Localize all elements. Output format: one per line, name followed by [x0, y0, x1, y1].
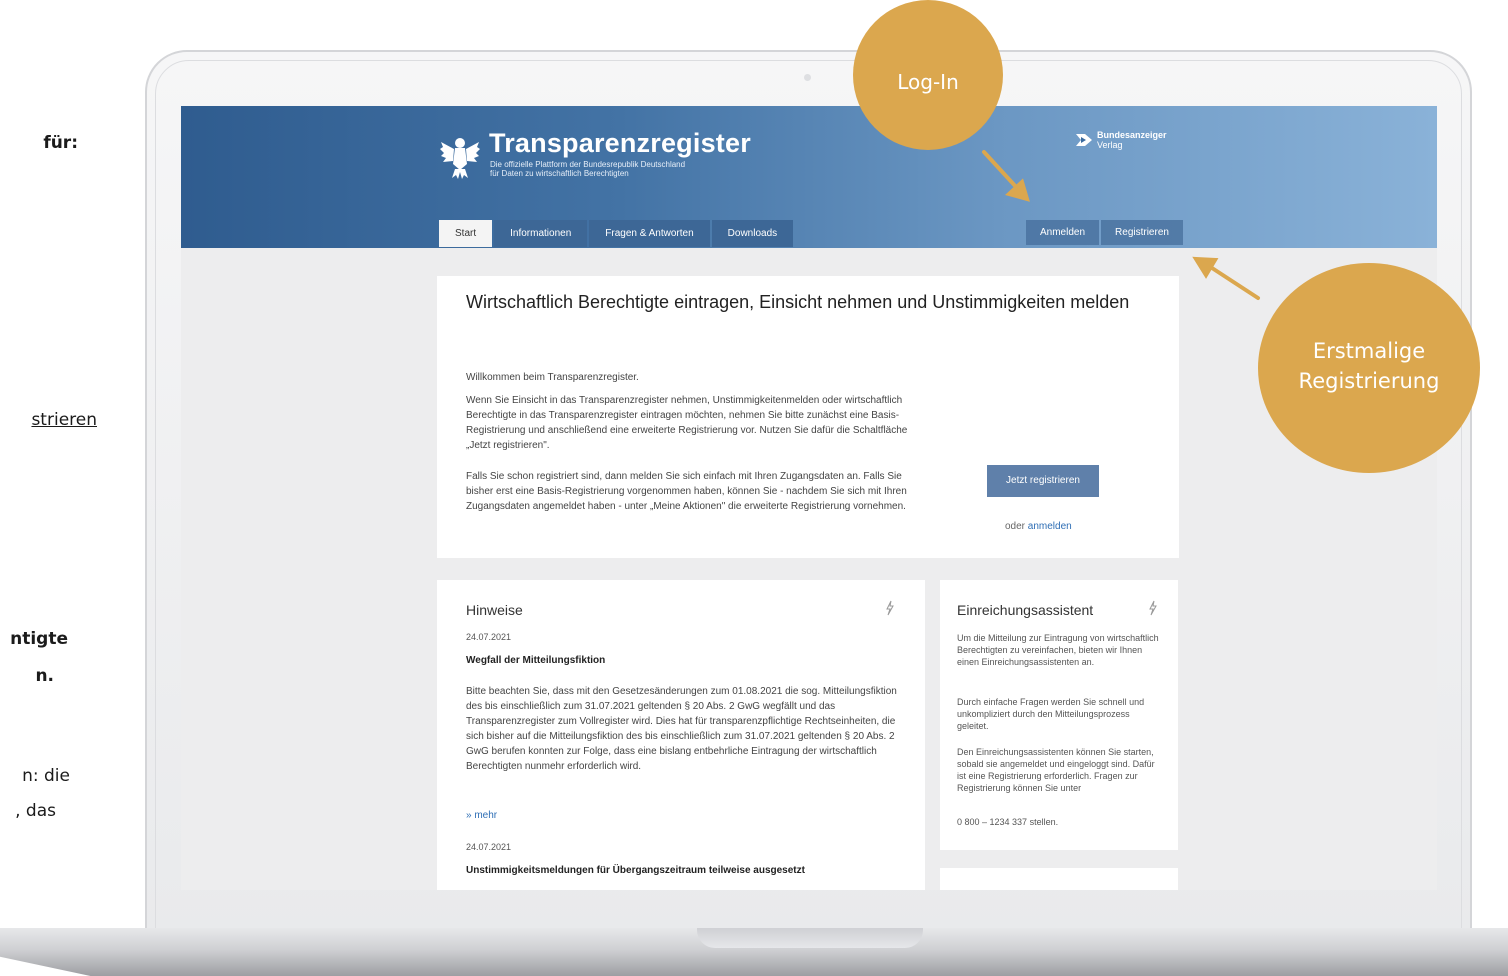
or-login-text: oder anmelden	[1005, 519, 1072, 534]
callout-line-1: Erstmalige	[1312, 339, 1426, 363]
hints-card: Hinweise 24.07.2021 Wegfall der Mitteilu…	[437, 580, 925, 890]
intro-paragraph-1: Wenn Sie Einsicht in das Transparenzregi…	[466, 395, 908, 451]
left-text-fragment-2: , das	[15, 801, 56, 821]
register-button[interactable]: Registrieren	[1101, 220, 1183, 245]
publisher-name: Bundesanzeiger	[1097, 130, 1167, 140]
site-title[interactable]: Transparenzregister	[489, 128, 751, 159]
callout-line-2: Registrierung	[1298, 369, 1440, 393]
left-heading-fragment: für:	[43, 133, 78, 153]
news-text: Bitte beachten Sie, dass mit den Gesetze…	[466, 686, 897, 772]
left-bold-fragment-2: n.	[35, 666, 54, 686]
intro-paragraph-2: Falls Sie schon registriert sind, dann m…	[466, 471, 907, 512]
tab-informationen[interactable]: Informationen	[494, 220, 588, 247]
assistant-paragraph-1: Um die Mitteilung zur Eintragung von wir…	[957, 633, 1159, 667]
more-link[interactable]: » mehr	[466, 810, 497, 821]
publisher-logo[interactable]: Bundesanzeiger Verlag	[1075, 130, 1185, 160]
header-banner: Transparenzregister Die offizielle Platt…	[181, 106, 1437, 248]
intro-card: Wirtschaftlich Berechtigte eintragen, Ei…	[437, 276, 1179, 558]
tab-downloads[interactable]: Downloads	[711, 220, 794, 247]
welcome-text: Willkommen beim Transparenzregister.	[466, 372, 639, 383]
camera-dot	[804, 74, 811, 81]
tab-fragen-antworten[interactable]: Fragen & Antworten	[589, 220, 710, 247]
first-registration-callout: Erstmalige Registrierung	[1258, 263, 1480, 473]
site-subtitle-line-1: Die offizielle Plattform der Bundesrepub…	[490, 160, 686, 169]
assistant-paragraph-3: Den Einreichungsassistenten können Sie s…	[957, 747, 1155, 793]
laptop-notch	[697, 928, 923, 948]
news-date: 24.07.2021	[466, 632, 512, 642]
site-subtitle: Die offizielle Plattform der Bundesrepub…	[490, 160, 750, 178]
login-callout-label: Log-In	[897, 70, 959, 94]
news-title[interactable]: Wegfall der Mitteilungsfiktion	[466, 655, 605, 666]
assistant-title[interactable]: Einreichungsassistent	[957, 602, 1093, 618]
site-subtitle-line-2: für Daten zu wirtschaftlich Berechtigten	[490, 169, 629, 178]
assistant-card: Einreichungsassistent Um die Mitteilung …	[940, 580, 1178, 850]
lightning-icon	[886, 600, 894, 616]
lightning-icon	[1149, 600, 1157, 616]
first-registration-callout-label: Erstmalige Registrierung	[1258, 336, 1480, 396]
left-text-fragment-1: n: die	[22, 766, 70, 786]
hints-title: Hinweise	[466, 602, 523, 618]
register-now-button[interactable]: Jetzt registrieren	[987, 465, 1099, 497]
left-text-panel: für: strieren ntigte n. n: die , das	[0, 0, 140, 976]
tab-start[interactable]: Start	[439, 220, 493, 247]
assistant-phone: 0 800 – 1234 337 stellen.	[957, 817, 1059, 827]
next-card	[940, 868, 1178, 890]
or-text: oder	[1005, 521, 1028, 532]
left-register-link-fragment[interactable]: strieren	[31, 410, 97, 430]
publisher-logo-icon	[1076, 134, 1092, 146]
page-title: Wirtschaftlich Berechtigte eintragen, Ei…	[466, 292, 1130, 312]
auth-buttons: Anmelden Registrieren	[1026, 220, 1183, 245]
left-bold-fragment-1: ntigte	[10, 629, 68, 649]
login-button[interactable]: Anmelden	[1026, 220, 1100, 245]
login-callout: Log-In	[853, 0, 1003, 150]
main-nav-tabs: Start Informationen Fragen & Antworten D…	[439, 220, 794, 247]
federal-eagle-icon	[440, 138, 480, 179]
login-link[interactable]: anmelden	[1028, 521, 1072, 532]
browser-screen: Transparenzregister Die offizielle Platt…	[181, 106, 1437, 890]
news-date: 24.07.2021	[466, 842, 512, 852]
news-title[interactable]: Unstimmigkeitsmeldungen für Übergangszei…	[466, 865, 805, 876]
publisher-sub: Verlag	[1097, 140, 1123, 150]
assistant-paragraph-2: Durch einfache Fragen werden Sie schnell…	[957, 697, 1145, 731]
